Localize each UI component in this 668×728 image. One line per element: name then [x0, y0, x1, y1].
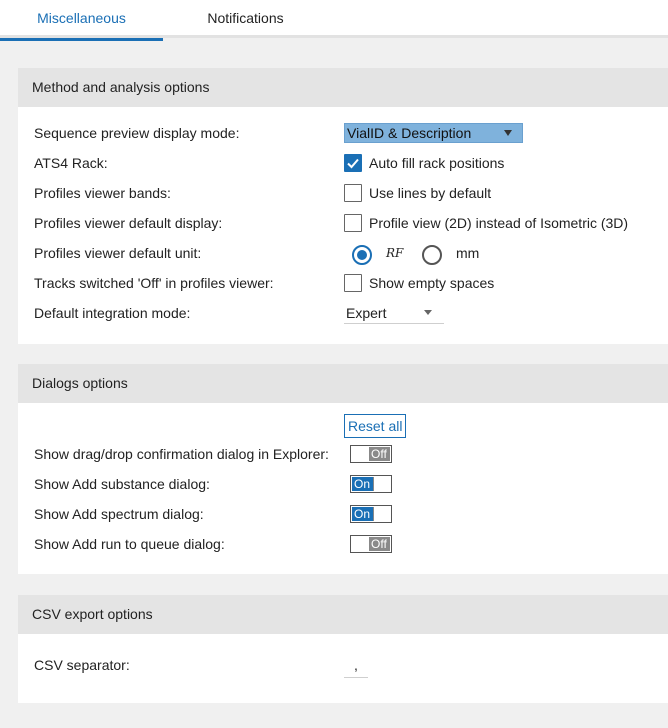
- profile-view-2d-checkbox[interactable]: [344, 214, 362, 232]
- ats4-rack-label: ATS4 Rack:: [34, 155, 108, 171]
- use-lines-label: Use lines by default: [369, 185, 492, 201]
- unit-rf-label: RF: [386, 246, 404, 260]
- sequence-preview-dropdown[interactable]: VialID & Description: [344, 123, 523, 143]
- profiles-bands-label: Profiles viewer bands:: [34, 185, 171, 201]
- toggle-state: On: [354, 507, 371, 521]
- chevron-down-icon: [504, 130, 512, 136]
- section-title: CSV export options: [18, 595, 668, 634]
- integration-mode-value: Expert: [346, 305, 387, 321]
- add-substance-dialog-toggle[interactable]: On: [350, 475, 392, 493]
- checkmark-icon: [347, 158, 359, 169]
- integration-mode-dropdown[interactable]: Expert: [344, 302, 444, 324]
- unit-rf-radio[interactable]: [352, 245, 372, 265]
- unit-mm-radio[interactable]: [422, 245, 442, 265]
- reset-all-button[interactable]: Reset all: [344, 414, 407, 438]
- method-analysis-section: Method and analysis options Sequence pre…: [18, 68, 668, 344]
- profiles-unit-label: Profiles viewer default unit:: [34, 245, 202, 261]
- toggle-state: On: [354, 477, 371, 491]
- toggle-state: Off: [371, 537, 387, 551]
- unit-mm-label: mm: [456, 245, 480, 261]
- sequence-preview-label: Sequence preview display mode:: [34, 125, 240, 141]
- use-lines-checkbox[interactable]: [344, 184, 362, 202]
- sequence-preview-value: VialID & Description: [347, 125, 472, 141]
- chevron-down-icon: [424, 310, 432, 315]
- dialog-row-label: Show Add substance dialog:: [34, 476, 210, 492]
- tab-notifications[interactable]: Notifications: [163, 0, 328, 38]
- section-title: Dialogs options: [18, 364, 668, 403]
- add-run-queue-dialog-toggle[interactable]: Off: [350, 535, 392, 553]
- section-title: Method and analysis options: [18, 68, 668, 107]
- show-empty-spaces-label: Show empty spaces: [369, 275, 495, 291]
- profile-view-2d-label: Profile view (2D) instead of Isometric (…: [369, 215, 629, 231]
- dialog-row-label: Show Add run to queue dialog:: [34, 536, 225, 552]
- dialog-row-label: Show drag/drop confirmation dialog in Ex…: [34, 446, 329, 462]
- show-empty-spaces-checkbox[interactable]: [344, 274, 362, 292]
- csv-export-section: CSV export options CSV separator: ,: [18, 595, 668, 703]
- dialogs-section: Dialogs options Reset all Show drag/drop…: [18, 364, 668, 574]
- tab-miscellaneous[interactable]: Miscellaneous: [0, 0, 163, 41]
- csv-separator-label: CSV separator:: [34, 657, 130, 673]
- integration-mode-label: Default integration mode:: [34, 305, 191, 321]
- csv-separator-input[interactable]: ,: [344, 655, 368, 678]
- auto-fill-rack-label: Auto fill rack positions: [369, 155, 505, 171]
- dialog-row-label: Show Add spectrum dialog:: [34, 506, 204, 522]
- add-spectrum-dialog-toggle[interactable]: On: [350, 505, 392, 523]
- auto-fill-rack-checkbox[interactable]: [344, 154, 362, 172]
- tracks-off-label: Tracks switched 'Off' in profiles viewer…: [34, 275, 274, 291]
- drag-drop-dialog-toggle[interactable]: Off: [350, 445, 392, 463]
- toggle-state: Off: [371, 447, 387, 461]
- profiles-display-label: Profiles viewer default display:: [34, 215, 223, 231]
- tab-bar: Miscellaneous Notifications: [0, 0, 668, 41]
